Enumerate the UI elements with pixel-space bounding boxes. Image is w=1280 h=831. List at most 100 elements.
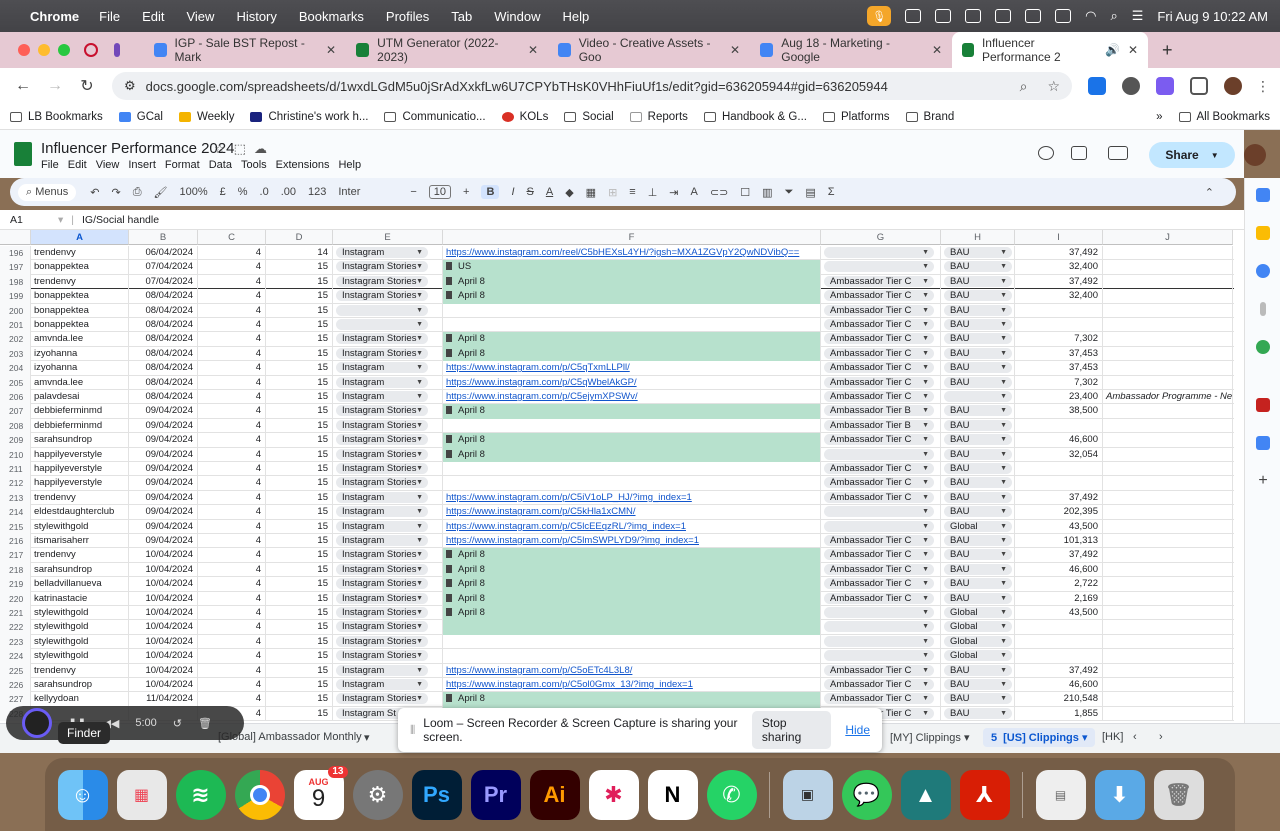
cell-note[interactable] (1103, 260, 1233, 275)
sheet-tab[interactable]: [MY] Clippings ▾ (890, 731, 970, 744)
chevron-down-icon[interactable]: ▼ (1000, 420, 1007, 431)
cell-link[interactable]: https://www.instagram.com/reel/C5bHEXsL4… (443, 246, 821, 261)
chevron-down-icon[interactable]: ▼ (922, 549, 929, 560)
cell-tier[interactable]: Ambassador Tier C ▼ (821, 390, 941, 405)
increase-font-icon[interactable]: + (463, 186, 469, 198)
cell-handle[interactable]: eldestdaughterclub (31, 505, 129, 520)
cell-link[interactable]: https://www.instagram.com/p/C5iV1oLP_HJ/… (443, 490, 821, 506)
chevron-down-icon[interactable]: ▼ (922, 477, 929, 488)
tier-dropdown[interactable]: Ambassador Tier C ▼ (824, 391, 934, 402)
cell-chip[interactable]: US (443, 260, 821, 275)
cell-platform[interactable]: Instagram Stories ▼ (333, 591, 443, 606)
cell-platform[interactable]: Instagram ▼ (333, 505, 443, 520)
cell-type[interactable]: Global ▼ (941, 620, 1015, 635)
row-number[interactable]: 210 (0, 447, 31, 462)
cell-note[interactable] (1103, 274, 1233, 290)
cell-followers[interactable]: 38,500 (1015, 404, 1103, 419)
cell-chip[interactable]: April 8 (443, 404, 821, 419)
platform-dropdown[interactable]: Instagram Stories ▼ (336, 592, 428, 604)
platform-dropdown[interactable]: Instagram Stories ▼ (336, 693, 428, 705)
cell-number[interactable]: 4 (198, 692, 266, 707)
cell-number[interactable]: 15 (266, 519, 333, 534)
chevron-down-icon[interactable]: ▼ (1000, 305, 1007, 316)
tier-dropdown[interactable]: Ambassador Tier C ▼ (824, 477, 934, 489)
cell-number[interactable]: 4 (198, 548, 266, 563)
vertical-align-icon[interactable]: ⊥ (648, 186, 658, 199)
cell-type[interactable]: BAU ▼ (941, 591, 1015, 606)
chevron-down-icon[interactable]: ▼ (922, 405, 929, 416)
cell-number[interactable]: 4 (198, 274, 266, 290)
row-number[interactable]: 227 (0, 692, 31, 707)
cell-handle[interactable]: happilyeverstyle (31, 462, 129, 477)
tier-dropdown[interactable]: Ambassador Tier C ▼ (824, 549, 934, 561)
chevron-down-icon[interactable]: ▼ (416, 247, 423, 258)
cell-note[interactable] (1103, 562, 1233, 578)
cell-chip[interactable]: April 8 (443, 447, 821, 462)
bookmark-folder[interactable]: LB Bookmarks (10, 111, 103, 123)
cell-number[interactable]: 15 (266, 577, 333, 592)
font-select[interactable]: Inter (338, 186, 398, 198)
pinned-tab[interactable] (114, 32, 128, 68)
type-dropdown[interactable]: Global ▼ (944, 621, 1012, 633)
cloud-icon[interactable]: ☁ (254, 141, 275, 156)
column-header-b[interactable]: B (129, 230, 198, 245)
cell-handle[interactable]: happilyeverstyle (31, 476, 129, 491)
platform-dropdown[interactable]: Instagram ▼ (336, 362, 428, 374)
platform-dropdown[interactable]: Instagram ▼ (336, 376, 428, 388)
mac-menu-window[interactable]: Window (494, 9, 540, 24)
cell-platform[interactable]: Instagram ▼ (333, 361, 443, 376)
type-dropdown[interactable]: BAU ▼ (944, 563, 1012, 575)
cell-date[interactable]: 08/04/2024 (129, 318, 198, 333)
percent-button[interactable]: % (238, 186, 248, 198)
launchpad-icon[interactable]: ▦ (116, 769, 167, 820)
chevron-down-icon[interactable]: ▼ (416, 679, 423, 690)
chevron-down-icon[interactable]: ▼ (416, 449, 423, 460)
cell-platform[interactable]: Instagram Stories ▼ (333, 404, 443, 419)
cell-handle[interactable]: izyohanna (31, 346, 129, 362)
cell-platform[interactable]: ▼ (333, 318, 443, 333)
cell-date[interactable]: 08/04/2024 (129, 346, 198, 362)
chevron-down-icon[interactable]: ▼ (922, 391, 929, 402)
tier-dropdown[interactable]: Ambassador Tier C ▼ (824, 434, 934, 446)
cell-number[interactable]: 15 (266, 433, 333, 448)
increase-decimal-button[interactable]: .00 (281, 186, 296, 198)
row-number[interactable]: 213 (0, 490, 31, 506)
cell-number[interactable]: 15 (266, 404, 333, 419)
paint-format-icon[interactable]: 🖌 (154, 186, 168, 199)
type-dropdown[interactable]: BAU ▼ (944, 347, 1012, 359)
cell-number[interactable]: 4 (198, 303, 266, 318)
cell-followers[interactable] (1015, 634, 1103, 650)
status-icon[interactable] (995, 9, 1012, 23)
cell-followers[interactable]: 37,492 (1015, 663, 1103, 678)
cell-type[interactable]: BAU ▼ (941, 346, 1015, 362)
cell-note[interactable] (1103, 649, 1233, 664)
platform-dropdown[interactable]: Instagram Stories ▼ (336, 290, 428, 302)
fill-color-icon[interactable]: ◆ (565, 186, 573, 199)
cell-note[interactable] (1103, 246, 1233, 261)
cell-number[interactable]: 4 (198, 346, 266, 362)
cell-followers[interactable] (1015, 318, 1103, 333)
cell-chip[interactable]: April 8 (443, 433, 821, 448)
chevron-down-icon[interactable]: ▼ (1000, 405, 1007, 416)
cell-tier[interactable]: Ambassador Tier B ▼ (821, 418, 941, 434)
cell-platform[interactable]: Instagram Stories ▼ (333, 433, 443, 448)
type-dropdown[interactable]: BAU ▼ (944, 707, 1012, 719)
decrease-decimal-button[interactable]: .0 (260, 186, 269, 198)
platform-dropdown[interactable]: Instagram Stories ▼ (336, 477, 428, 489)
platform-dropdown[interactable]: Instagram ▼ (336, 391, 428, 402)
cell-empty[interactable] (443, 303, 821, 318)
cell-number[interactable]: 15 (266, 390, 333, 405)
tier-dropdown[interactable]: ▼ (824, 621, 934, 633)
cell-platform[interactable]: Instagram Stories ▼ (333, 620, 443, 635)
row-number[interactable]: 216 (0, 534, 31, 549)
move-icon[interactable]: ⬚ (234, 141, 254, 156)
cell-platform[interactable]: Instagram ▼ (333, 519, 443, 534)
chevron-down-icon[interactable]: ▼ (1000, 506, 1007, 517)
wifi-icon[interactable]: ◠ (1085, 8, 1096, 24)
menus-search[interactable]: ⌕ Menus (18, 183, 77, 201)
notion-icon[interactable]: N (647, 769, 698, 820)
reload-icon[interactable]: ↻ (74, 76, 100, 96)
close-tab-icon[interactable]: ✕ (932, 43, 942, 57)
cell-number[interactable]: 4 (198, 361, 266, 376)
cell-type[interactable]: BAU ▼ (941, 462, 1015, 477)
